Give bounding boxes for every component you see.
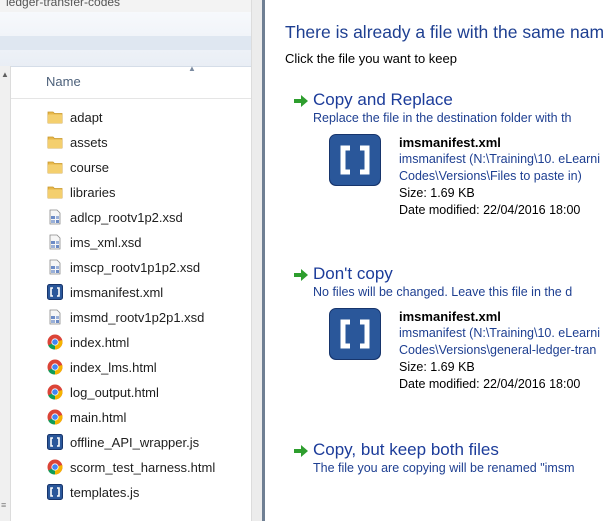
green-arrow-icon [294, 445, 308, 457]
file-row-imscp-xsd[interactable]: imscp_rootv1p1p2.xsd [11, 255, 251, 280]
green-arrow-icon [294, 95, 308, 107]
xsd-file-icon [49, 259, 61, 275]
file-row-index-html[interactable]: index.html [11, 330, 251, 355]
grip-icon[interactable]: ≡ [1, 500, 6, 510]
chrome-icon [47, 409, 63, 425]
copy-and-replace-option[interactable]: Copy and Replace Replace the file in the… [285, 90, 606, 217]
file-row-imsmanifest[interactable]: imsmanifest.xml [11, 280, 251, 305]
chrome-icon [47, 384, 63, 400]
dialog-subtitle: Click the file you want to keep [285, 51, 457, 66]
xsd-file-icon [49, 234, 61, 250]
file-row-scorm-test-harness-html[interactable]: scorm_test_harness.html [11, 455, 251, 480]
xsd-file-icon [49, 209, 61, 225]
explorer-toolbar [0, 12, 262, 67]
folder-icon [47, 136, 63, 149]
path-fragment: ledger-transfer-codes [6, 0, 121, 9]
folder-icon [47, 111, 63, 124]
dont-copy-title[interactable]: Don't copy [313, 264, 393, 284]
scroll-up-arrow-icon[interactable]: ▲ [1, 70, 9, 79]
vertical-scrollbar[interactable] [251, 0, 262, 521]
brackets-file-icon [47, 284, 63, 300]
navigation-pane-edge[interactable]: ▲ ≡ [0, 66, 11, 521]
file-row-libraries[interactable]: libraries [11, 180, 251, 205]
brackets-file-icon [329, 134, 381, 186]
source-file-path-2: Codes\Versions\Files to paste in) [399, 169, 582, 183]
brackets-file-icon [47, 434, 63, 450]
file-row-log-output-html[interactable]: log_output.html [11, 380, 251, 405]
explorer-window: ledger-transfer-codes ▲ ≡ ▲ Name adapt a… [0, 0, 262, 521]
keep-both-option[interactable]: Copy, but keep both files The file you a… [285, 440, 606, 475]
brackets-file-icon [47, 484, 63, 500]
address-strip: ledger-transfer-codes [0, 0, 262, 12]
dont-copy-description: No files will be changed. Leave this fil… [313, 285, 573, 299]
file-row-offline-api-wrapper-js[interactable]: offline_API_wrapper.js [11, 430, 251, 455]
green-arrow-icon [294, 269, 308, 281]
keep-both-description: The file you are copying will be renamed… [313, 461, 575, 475]
destination-file-name: imsmanifest.xml [399, 309, 501, 324]
file-row-index-lms-html[interactable]: index_lms.html [11, 355, 251, 380]
xsd-file-icon [49, 309, 61, 325]
destination-file-size: Size: 1.69 KB [399, 360, 475, 374]
file-row-templates-js[interactable]: templates.js [11, 480, 251, 505]
copy-and-replace-description: Replace the file in the destination fold… [313, 111, 572, 125]
chrome-icon [47, 359, 63, 375]
sort-ascending-icon: ▲ [188, 64, 196, 73]
source-file-info[interactable]: imsmanifest.xml imsmanifest (N:\Training… [329, 134, 606, 224]
file-row-adlcp-xsd[interactable]: adlcp_rootv1p2.xsd [11, 205, 251, 230]
file-conflict-dialog: There is already a file with the same na… [265, 0, 606, 521]
source-file-path-1: imsmanifest (N:\Training\10. eLearni [399, 152, 601, 166]
file-row-course[interactable]: course [11, 155, 251, 180]
file-row-adapt[interactable]: adapt [11, 105, 251, 130]
column-header-name[interactable]: ▲ Name [11, 64, 251, 99]
dialog-title: There is already a file with the same na… [285, 22, 605, 42]
destination-file-path-1: imsmanifest (N:\Training\10. eLearni [399, 326, 601, 340]
file-list: adapt assets course libraries adlcp_root… [11, 105, 251, 505]
file-row-assets[interactable]: assets [11, 130, 251, 155]
file-row-imsmd-xsd[interactable]: imsmd_rootv1p2p1.xsd [11, 305, 251, 330]
copy-and-replace-title[interactable]: Copy and Replace [313, 90, 453, 110]
chrome-icon [47, 459, 63, 475]
brackets-file-icon [329, 308, 381, 360]
dont-copy-option[interactable]: Don't copy No files will be changed. Lea… [285, 264, 606, 391]
source-file-size: Size: 1.69 KB [399, 186, 475, 200]
file-row-main-html[interactable]: main.html [11, 405, 251, 430]
file-row-ims-xml-xsd[interactable]: ims_xml.xsd [11, 230, 251, 255]
destination-file-path-2: Codes\Versions\general-ledger-tran [399, 343, 597, 357]
source-file-name: imsmanifest.xml [399, 135, 501, 150]
destination-file-modified: Date modified: 22/04/2016 18:00 [399, 377, 581, 391]
keep-both-title[interactable]: Copy, but keep both files [313, 440, 499, 460]
source-file-modified: Date modified: 22/04/2016 18:00 [399, 203, 581, 217]
folder-icon [47, 161, 63, 174]
destination-file-info[interactable]: imsmanifest.xml imsmanifest (N:\Training… [329, 308, 606, 398]
folder-icon [47, 186, 63, 199]
chrome-icon [47, 334, 63, 350]
